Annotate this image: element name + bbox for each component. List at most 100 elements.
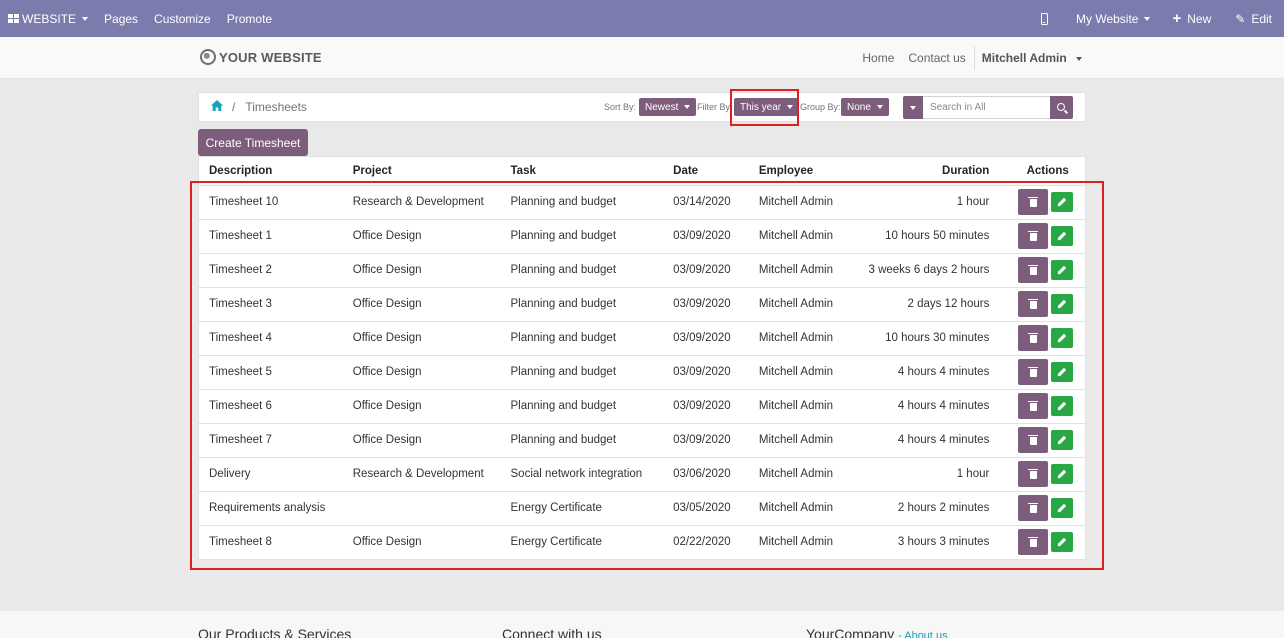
site-logo[interactable]: YOUR WEBSITE <box>200 49 322 65</box>
cell-project: Office Design <box>342 524 501 559</box>
cell-description: Timesheet 3 <box>199 286 343 321</box>
col-header-date[interactable]: Date <box>663 157 749 186</box>
delete-button[interactable] <box>1018 291 1049 317</box>
delete-button[interactable] <box>1018 223 1049 249</box>
edit-row-button[interactable] <box>1051 192 1074 212</box>
customize-menu-label: Customize <box>154 11 211 26</box>
col-header-task[interactable]: Task <box>500 157 664 186</box>
delete-button[interactable] <box>1018 257 1049 283</box>
col-header-project[interactable]: Project <box>342 157 501 186</box>
chevron-down-icon <box>910 105 916 110</box>
cell-task: Social network integration <box>500 456 664 491</box>
sort-by-value: Newest <box>645 101 679 113</box>
cell-project: Research & Development <box>352 196 484 208</box>
cell-date: 03/05/2020 <box>663 490 749 525</box>
filter-by-dropdown[interactable]: This year <box>734 98 800 116</box>
chevron-down-icon <box>787 105 794 109</box>
col-header-description[interactable]: Description <box>199 157 343 186</box>
new-button[interactable]: + New <box>1164 0 1227 37</box>
pencil-icon <box>1057 197 1067 207</box>
cell-duration: 3 weeks 6 days 2 hours <box>853 252 1011 287</box>
trash-icon <box>1028 366 1039 377</box>
logo-text: YOUR WEBSITE <box>219 49 322 65</box>
edit-row-button[interactable] <box>1051 396 1074 416</box>
edit-row-button[interactable] <box>1051 464 1074 484</box>
table-row: Timesheet 1 Office Design Planning and bud… <box>199 218 1085 253</box>
create-timesheet-button[interactable]: Create Timesheet <box>198 129 308 156</box>
trash-icon <box>1028 468 1039 479</box>
edit-row-button[interactable] <box>1051 362 1074 382</box>
cell-task: Planning and budget <box>500 354 664 389</box>
edit-button[interactable]: ✎ Edit <box>1227 0 1284 37</box>
row-actions <box>1018 495 1085 521</box>
edit-row-button[interactable] <box>1051 328 1074 348</box>
delete-button[interactable] <box>1018 393 1049 419</box>
footer-connect-heading: Connect with us <box>502 626 602 638</box>
edit-row-button[interactable] <box>1051 430 1074 450</box>
website-menu[interactable]: WEBSITE <box>0 0 96 37</box>
my-website-menu[interactable]: My Website <box>1068 0 1164 37</box>
search-input[interactable] <box>923 96 1050 119</box>
mobile-preview-button[interactable] <box>1033 0 1068 37</box>
edit-row-button[interactable] <box>1051 498 1074 518</box>
cell-duration: 4 hours 4 minutes <box>853 422 1011 457</box>
edit-row-button[interactable] <box>1051 260 1074 280</box>
edit-row-button[interactable] <box>1051 532 1074 553</box>
table-row: Timesheet 4 Office Design Planning and bud… <box>199 320 1085 355</box>
sort-by-dropdown[interactable]: Newest <box>639 98 697 116</box>
promote-menu-label: Promote <box>226 11 273 26</box>
col-header-duration[interactable]: Duration <box>853 157 1011 186</box>
cell-description: Timesheet 6 <box>199 388 343 423</box>
edit-row-button[interactable] <box>1051 226 1074 246</box>
cell-task: Planning and budget <box>500 422 664 457</box>
nav-contact-link[interactable]: Contact us <box>901 51 972 65</box>
edit-row-button[interactable] <box>1051 294 1074 314</box>
pencil-icon <box>1057 401 1067 411</box>
delete-button[interactable] <box>1018 325 1049 351</box>
delete-button[interactable] <box>1018 189 1049 215</box>
search-scope-dropdown[interactable] <box>903 96 923 119</box>
row-actions <box>1018 223 1085 249</box>
pages-menu-label: Pages <box>104 11 139 26</box>
pencil-icon <box>1057 367 1067 377</box>
cell-duration: 4 hours 4 minutes <box>853 354 1011 389</box>
cell-duration: 4 hours 4 minutes <box>853 388 1011 423</box>
pages-menu[interactable]: Pages <box>96 0 146 37</box>
footer-company-heading: YourCompany - About us <box>806 626 948 638</box>
delete-button[interactable] <box>1018 359 1049 385</box>
delete-button[interactable] <box>1018 495 1049 521</box>
pencil-icon <box>1057 537 1067 547</box>
cell-task: Planning and budget <box>500 218 664 253</box>
cell-date: 03/14/2020 <box>673 196 731 208</box>
cell-employee: Mitchell Admin <box>748 456 854 491</box>
promote-menu[interactable]: Promote <box>219 0 280 37</box>
cell-project: Office Design <box>342 388 501 423</box>
cell-employee: Mitchell Admin <box>748 218 854 253</box>
delete-button[interactable] <box>1018 427 1049 453</box>
cell-actions <box>1010 286 1085 321</box>
customize-menu[interactable]: Customize <box>146 0 219 37</box>
footer-products-heading: Our Products & Services <box>198 626 352 638</box>
group-by-dropdown[interactable]: None <box>841 98 889 116</box>
chevron-down-icon <box>684 105 691 109</box>
footer-about-link[interactable]: About us <box>904 630 947 638</box>
cell-actions <box>1010 422 1085 457</box>
col-header-employee[interactable]: Employee <box>748 157 854 186</box>
trash-icon <box>1028 400 1039 411</box>
home-icon[interactable] <box>211 100 223 114</box>
search-button[interactable] <box>1050 96 1073 119</box>
cell-description: Timesheet 2 <box>199 252 343 287</box>
table-row: Timesheet 7 Office Design Planning and bud… <box>199 422 1085 457</box>
nav-home-link[interactable]: Home <box>855 51 901 65</box>
pencil-icon-svg <box>1058 435 1067 445</box>
chevron-down-icon <box>876 105 883 109</box>
editor-topbar: WEBSITE Pages Customize Promote My Websi… <box>0 0 1284 37</box>
delete-button[interactable] <box>1018 461 1049 487</box>
cell-employee: Mitchell Admin <box>758 196 833 208</box>
cell-date: 03/09/2020 <box>663 218 749 253</box>
trash-icon <box>1028 332 1039 343</box>
user-menu[interactable]: Mitchell Admin <box>975 51 1082 65</box>
cell-description: Requirements analysis <box>199 490 343 525</box>
delete-button[interactable] <box>1018 529 1049 556</box>
trash-icon <box>1028 230 1039 241</box>
